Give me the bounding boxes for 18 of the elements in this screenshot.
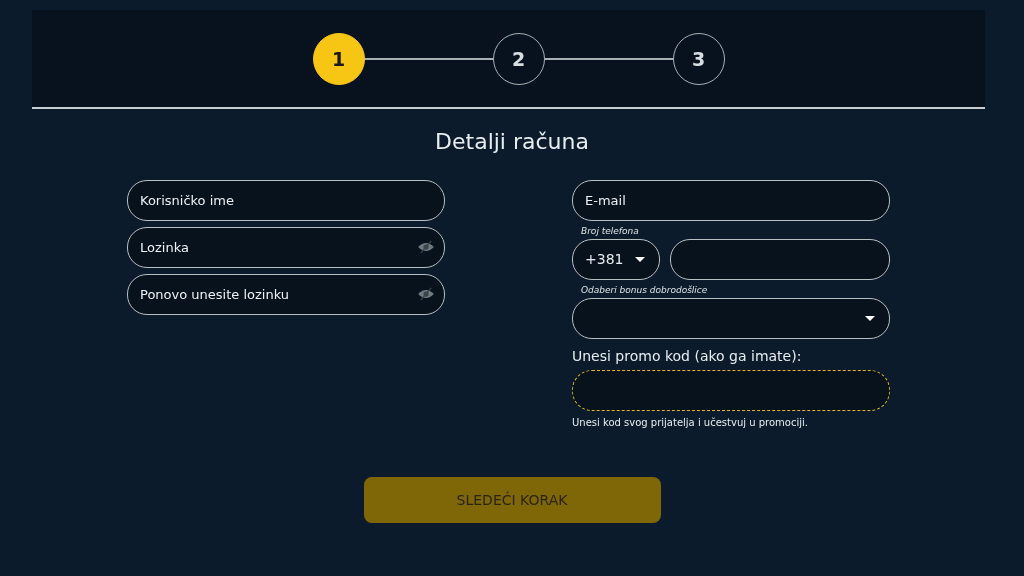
form-title: Detalji računa <box>434 128 590 154</box>
hidden-eye-icon[interactable] <box>417 239 435 254</box>
caret-icon <box>635 256 645 262</box>
country-code-dropdown[interactable]: +381 <box>572 238 660 280</box>
input-field[interactable]: Ponovo unesite lozinku <box>127 273 445 315</box>
hidden-eye-icon[interactable] <box>417 286 435 301</box>
field-label: Broj telefona <box>581 225 640 236</box>
phone-field[interactable] <box>670 238 890 280</box>
field-label: Odaberi bonus dobrodošlice <box>581 284 709 295</box>
promo-field[interactable] <box>572 369 890 411</box>
email-field[interactable]: E-mail <box>572 179 890 221</box>
bonus-dropdown[interactable] <box>572 297 890 339</box>
step-circle: 1 <box>312 32 365 85</box>
promo-hint: Unesi kod svog prijatelja i učestvuj u promociji. <box>572 416 809 428</box>
promo-label: Unesi promo kod (ako ga imate): <box>572 347 803 364</box>
input-field[interactable]: Lozinka <box>127 226 445 268</box>
input-field[interactable]: Korisničko ime <box>127 179 445 221</box>
caret-icon <box>865 315 875 321</box>
